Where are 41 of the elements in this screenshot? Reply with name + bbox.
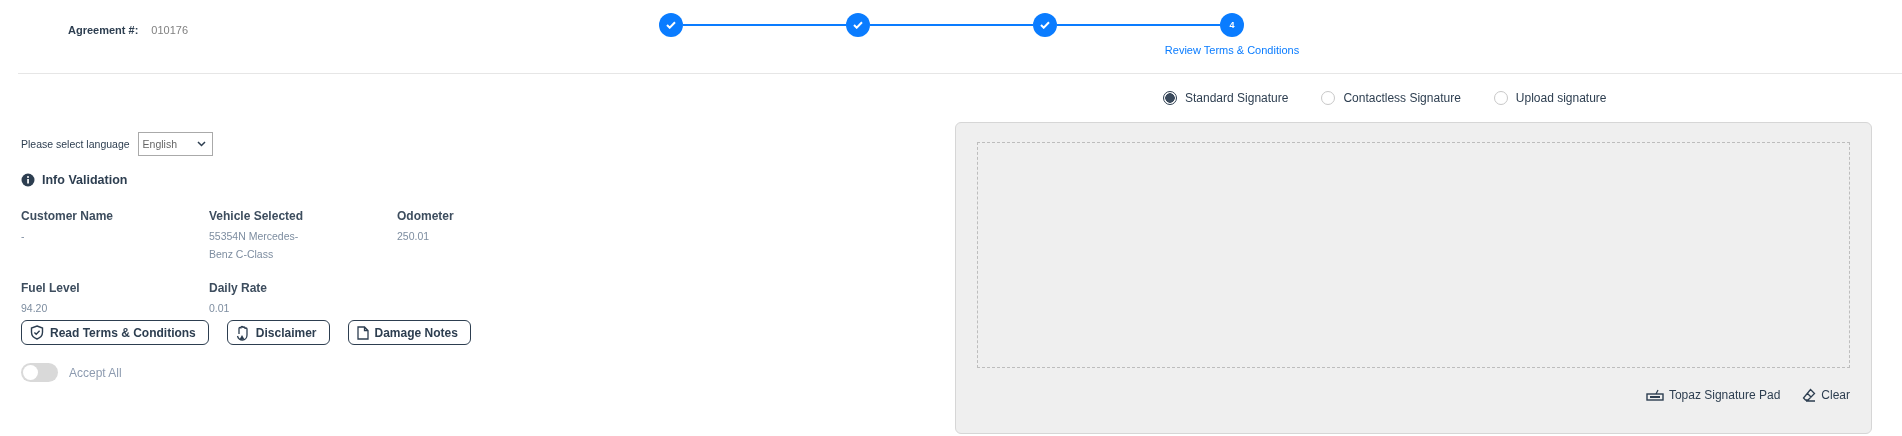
completed-step[interactable] — [659, 13, 683, 37]
check-icon — [853, 21, 863, 29]
field-value: 94.20 — [21, 301, 49, 316]
hand-warning-icon — [235, 324, 250, 341]
eraser-icon — [1802, 388, 1817, 402]
language-label: Please select language — [21, 138, 130, 150]
terms-button[interactable]: Read Terms & Conditions — [21, 320, 209, 345]
field-value: - — [21, 229, 26, 244]
field-label: Odometer — [397, 209, 455, 223]
field-value: 250.01 — [397, 229, 431, 244]
info-icon — [21, 173, 35, 187]
completed-step[interactable] — [846, 13, 870, 37]
field-label: Fuel Level — [21, 281, 81, 295]
topaz-pad-link[interactable]: Topaz Signature Pad — [1645, 388, 1781, 402]
damage-notes-button[interactable]: Damage Notes — [347, 320, 471, 345]
field-value: 0.01 — [209, 301, 231, 316]
radio-label: Standard Signature — [1185, 91, 1289, 105]
step-label: Review Terms & Conditions — [1164, 44, 1300, 56]
agreement-number: 010176 — [151, 24, 188, 36]
pad-device-icon — [1645, 389, 1664, 401]
document-icon — [356, 325, 369, 340]
field-value: 55354N Mercedes-Benz C-Class — [209, 229, 300, 262]
step-number[interactable]: 4 — [1220, 13, 1244, 37]
section-title: Info Validation — [42, 173, 128, 187]
chevron-down-icon — [196, 141, 206, 147]
field-label: Customer Name — [21, 209, 115, 223]
radio-button[interactable] — [1163, 91, 1177, 105]
disclaimer-button[interactable]: Disclaimer — [226, 320, 330, 345]
language-select[interactable]: English — [137, 132, 213, 156]
radio-label: Contactless Signature — [1343, 91, 1461, 105]
accept-all-label: Accept All — [69, 365, 122, 380]
check-icon — [1040, 21, 1050, 29]
check-icon — [666, 21, 676, 29]
completed-step[interactable] — [1033, 13, 1057, 37]
shield-check-icon — [30, 325, 44, 340]
clear-link[interactable]: Clear — [1802, 388, 1850, 402]
agreement-label: Agreement #: — [68, 24, 139, 36]
field-label: Daily Rate — [209, 281, 269, 295]
accept-all-toggle[interactable] — [21, 363, 58, 382]
radio-label: Upload signature — [1515, 91, 1607, 105]
field-label: Vehicle Selected — [209, 209, 305, 223]
